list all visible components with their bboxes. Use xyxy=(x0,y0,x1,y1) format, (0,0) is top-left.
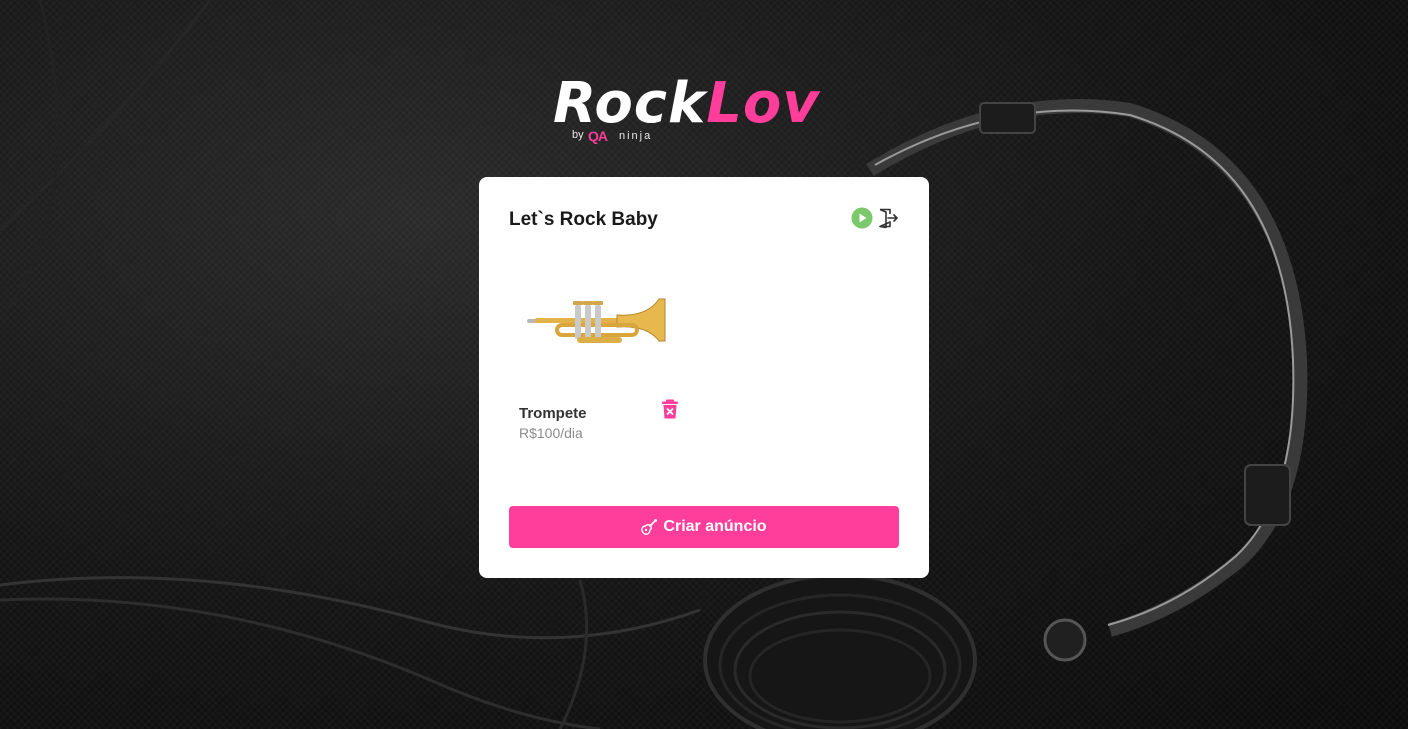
list-item[interactable]: Trompete R$100/dia xyxy=(519,277,679,441)
play-icon[interactable] xyxy=(851,207,873,229)
guitar-icon xyxy=(641,519,658,535)
create-ad-button-label: Criar anúncio xyxy=(663,518,767,535)
logo-by-text: by xyxy=(572,129,584,141)
logo-rock-text: Rock xyxy=(553,71,707,136)
logo-lov-text: Lov xyxy=(706,71,820,136)
page-title: Let`s Rock Baby xyxy=(509,209,658,230)
logo-wordmark: RockLov xyxy=(553,72,820,136)
header-actions xyxy=(851,207,899,229)
trumpet-image xyxy=(527,298,666,343)
create-ad-button[interactable]: Criar anúncio xyxy=(509,506,899,548)
item-name: Trompete xyxy=(519,405,587,422)
rocklov-logo: RockLov by QA ninja xyxy=(553,72,863,152)
item-price: R$100/dia xyxy=(519,425,583,441)
logo-ninja-text: ninja xyxy=(619,130,653,142)
card-header: Let`s Rock Baby xyxy=(509,207,899,237)
qa-ninja-badge-icon: QA xyxy=(588,128,608,144)
dashboard-card: Let`s Rock Baby Trompete R$100/dia Criar… xyxy=(479,177,929,578)
trash-icon[interactable] xyxy=(661,399,679,419)
logout-icon[interactable] xyxy=(877,207,899,229)
